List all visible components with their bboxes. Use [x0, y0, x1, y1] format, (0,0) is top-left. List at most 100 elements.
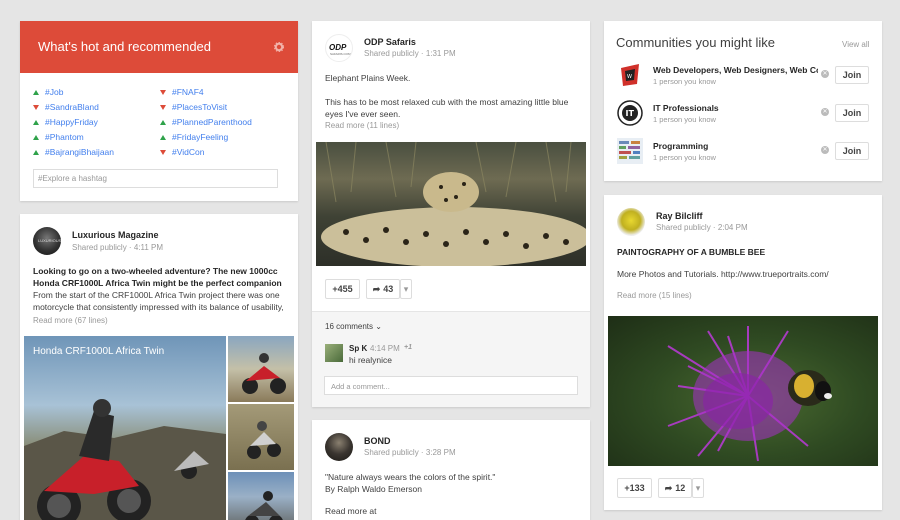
post-headline: Looking to go on a two-wheeled adventure… [33, 266, 282, 288]
post-card-luxurious: LUXURIOUS Luxurious Magazine Shared publ… [20, 214, 298, 520]
hashtag-item[interactable]: #Job [33, 87, 63, 97]
join-button[interactable]: Join [835, 142, 869, 160]
join-button[interactable]: Join [835, 104, 869, 122]
share-icon: ➦ [372, 283, 381, 294]
communities-title: Communities you might like [616, 35, 775, 50]
post-image-thumb-1[interactable] [228, 336, 294, 402]
comment-time: 4:14 PM [370, 344, 400, 353]
plus-one-button[interactable]: +455 [325, 279, 360, 299]
hashtag-search-input[interactable]: #Explore a hashtag [33, 169, 278, 188]
community-name[interactable]: IT Professionals [653, 103, 818, 113]
hashtag-label: #FridayFeeling [172, 132, 229, 142]
hashtag-label: #HappyFriday [45, 117, 98, 127]
hashtag-label: #Job [45, 87, 64, 97]
svg-text:IT: IT [626, 109, 635, 118]
join-button[interactable]: Join [835, 66, 869, 84]
hashtag-label: #BajrangiBhaijaan [45, 147, 114, 157]
image-caption: Honda CRF1000L Africa Twin [33, 346, 165, 357]
hashtag-item[interactable]: #FridayFeeling [160, 132, 228, 142]
post-title: PAINTOGRAPHY OF A BUMBLE BEE [617, 247, 766, 257]
svg-text:W: W [627, 74, 632, 80]
hashtag-item[interactable]: #PlannedParenthood [160, 117, 252, 127]
hashtag-item[interactable]: #HappyFriday [33, 117, 98, 127]
comments-toggle[interactable]: 16 comments ⌄ [325, 322, 382, 331]
community-sub: 1 person you know [653, 153, 716, 162]
trend-down-icon [160, 104, 166, 110]
view-all-link[interactable]: View all [842, 40, 869, 49]
dismiss-icon[interactable]: ✕ [821, 146, 829, 154]
bumblebee-photo [667, 326, 832, 462]
post-quote-author: By Ralph Waldo Emerson [325, 484, 423, 494]
post-text: "Nature always wears the colors of the s… [325, 471, 580, 517]
hashtag-label: #Phantom [45, 132, 84, 142]
community-name[interactable]: Programming [653, 141, 818, 151]
post-card-bond: BOND Shared publicly · 3:28 PM "Nature a… [312, 420, 590, 520]
community-name[interactable]: Web Developers, Web Designers, Web Co [653, 65, 818, 75]
post-image-thumb-2[interactable] [228, 404, 294, 470]
avatar[interactable]: LUXURIOUS [33, 227, 61, 255]
post-image-main[interactable]: Honda CRF1000L Africa Twin [24, 336, 226, 520]
gear-icon[interactable] [274, 42, 284, 52]
trend-up-icon [33, 149, 39, 155]
comment-author[interactable]: Sp K [349, 344, 367, 353]
comments-section: 16 comments ⌄ Sp K 4:14 PM +1 hi realyni… [312, 311, 590, 407]
post-card-odp: ODP SAFARIS.COM ODP Safaris Shared publi… [312, 21, 590, 407]
hashtag-label: #SandraBland [45, 102, 99, 112]
trend-down-icon [33, 104, 39, 110]
comment-avatar[interactable] [325, 344, 343, 362]
hashtag-placeholder: Explore a hashtag [42, 174, 107, 183]
community-item: Programming 1 person you know ✕ Join [604, 138, 882, 170]
post-image-bee[interactable] [608, 316, 878, 466]
post-text: Elephant Plains Week. This has to be mos… [325, 72, 580, 132]
post-author[interactable]: Luxurious Magazine [72, 230, 159, 240]
post-card-ray: Ray Bilcliff Shared publicly · 2:04 PM P… [604, 195, 882, 510]
comment-text: hi realynice [349, 355, 392, 365]
avatar[interactable]: ODP SAFARIS.COM [325, 34, 353, 62]
share-icon: ➦ [664, 482, 673, 493]
hashtag-label: #PlacesToVisit [172, 102, 228, 112]
avatar[interactable] [325, 433, 353, 461]
share-dropdown[interactable]: ▾ [692, 478, 704, 498]
post-author[interactable]: ODP Safaris [364, 37, 416, 47]
read-more-link[interactable]: Read more (15 lines) [617, 290, 872, 302]
trend-up-icon [33, 119, 39, 125]
whats-hot-card: What's hot and recommended #Job #SandraBl… [20, 21, 298, 201]
hashtag-item[interactable]: #BajrangiBhaijaan [33, 147, 114, 157]
community-programming-icon[interactable] [617, 138, 643, 164]
hashtag-item[interactable]: #PlacesToVisit [160, 102, 227, 112]
trend-up-icon [33, 134, 39, 140]
share-button[interactable]: ➦ 12 [658, 478, 692, 498]
read-more-link[interactable]: Read more (67 lines) [33, 315, 288, 327]
post-body: This has to be most relaxed cub with the… [325, 97, 569, 119]
hashtag-item[interactable]: #FNAF4 [160, 87, 204, 97]
motorcycle-photo [24, 399, 226, 520]
share-button[interactable]: ➦ 43 [366, 279, 400, 299]
hashtag-item[interactable]: #Phantom [33, 132, 84, 142]
post-image-thumb-3[interactable] [228, 472, 294, 520]
chevron-down-icon: ⌄ [375, 322, 382, 331]
hashtag-label: #VidCon [172, 147, 205, 157]
community-web-dev-icon[interactable]: W [617, 62, 643, 88]
community-it-professionals-icon[interactable]: IT [617, 100, 643, 126]
hashtag-item[interactable]: #VidCon [160, 147, 204, 157]
post-image-leopard[interactable] [316, 142, 586, 266]
dismiss-icon[interactable]: ✕ [821, 108, 829, 116]
comment-plus-one[interactable]: +1 [404, 344, 412, 351]
share-dropdown[interactable]: ▾ [400, 279, 412, 299]
add-comment-input[interactable]: Add a comment... [324, 376, 578, 395]
hashtag-label: #PlannedParenthood [172, 117, 252, 127]
post-author[interactable]: BOND [364, 436, 391, 446]
post-body: From the start of the CRF1000L Africa Tw… [33, 290, 284, 312]
dismiss-icon[interactable]: ✕ [821, 70, 829, 78]
post-author[interactable]: Ray Bilcliff [656, 211, 703, 221]
whats-hot-header: What's hot and recommended [20, 21, 298, 73]
post-read-more-at: Read more at [325, 506, 377, 516]
post-meta: Shared publicly · 3:28 PM [364, 448, 456, 457]
hashtag-item[interactable]: #SandraBland [33, 102, 99, 112]
plus-one-button[interactable]: +133 [617, 478, 652, 498]
read-more-link[interactable]: Read more (11 lines) [325, 120, 580, 132]
post-quote: "Nature always wears the colors of the s… [325, 472, 496, 482]
avatar[interactable] [617, 208, 645, 236]
post-body: More Photos and Tutorials. http://www.tr… [617, 269, 829, 279]
hashtag-label: #FNAF4 [172, 87, 204, 97]
